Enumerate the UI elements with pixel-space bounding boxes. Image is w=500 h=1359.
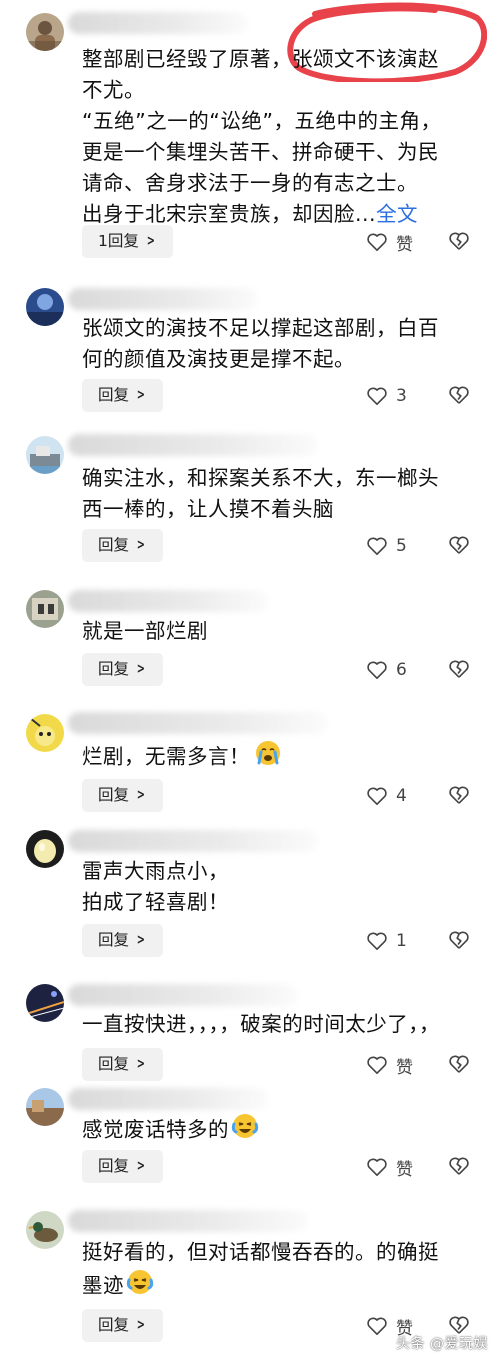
heart-outline-icon bbox=[366, 1157, 388, 1177]
avatar[interactable] bbox=[26, 13, 64, 51]
comment-text: 感觉废话特多的 bbox=[82, 1112, 482, 1149]
reply-button[interactable]: 回复 > bbox=[82, 653, 163, 686]
dislike-button[interactable] bbox=[448, 930, 470, 952]
reply-button[interactable]: 回复 > bbox=[82, 1048, 163, 1081]
broken-heart-icon bbox=[448, 1315, 470, 1335]
reply-button[interactable]: 回复 > bbox=[82, 779, 163, 812]
like-button[interactable]: 4 bbox=[366, 783, 407, 809]
laughing-tears-emoji-icon bbox=[126, 1268, 154, 1305]
avatar[interactable] bbox=[26, 1088, 64, 1126]
avatar[interactable] bbox=[26, 590, 64, 628]
reply-button[interactable]: 回复 > bbox=[82, 379, 163, 412]
like-count: 6 bbox=[396, 660, 407, 680]
avatar[interactable] bbox=[26, 436, 64, 474]
reply-button[interactable]: 1回复 > bbox=[82, 225, 173, 258]
full-text-link[interactable]: 全文 bbox=[376, 202, 418, 226]
heart-outline-icon bbox=[366, 931, 388, 951]
laughing-tears-emoji-icon bbox=[231, 1112, 259, 1149]
broken-heart-icon bbox=[448, 231, 470, 251]
heart-outline-icon bbox=[366, 232, 388, 252]
comment-text: 烂剧，无需多言！ bbox=[82, 739, 482, 776]
comment-text: 一直按快进，，，，破案的时间太少了，， bbox=[82, 1012, 440, 1036]
like-count: 赞 bbox=[396, 1057, 413, 1078]
username-blurred bbox=[68, 434, 318, 456]
avatar[interactable] bbox=[26, 1211, 64, 1249]
username-blurred bbox=[68, 12, 248, 34]
chevron-right-icon: > bbox=[136, 787, 145, 803]
chevron-right-icon: > bbox=[136, 1317, 145, 1333]
chevron-right-icon: > bbox=[136, 1158, 145, 1174]
dislike-button[interactable] bbox=[448, 231, 470, 253]
avatar[interactable] bbox=[26, 714, 64, 752]
username-blurred bbox=[68, 830, 318, 852]
username-blurred bbox=[68, 712, 328, 734]
comment-text: 确实注水，和探案关系不大，东一榔头 西一棒的，让人摸不着头脑 bbox=[82, 466, 439, 521]
broken-heart-icon bbox=[448, 535, 470, 555]
chevron-right-icon: > bbox=[136, 1056, 145, 1072]
heart-outline-icon bbox=[366, 1316, 388, 1336]
username-blurred bbox=[68, 984, 298, 1006]
username-blurred bbox=[68, 1088, 268, 1110]
dislike-button[interactable] bbox=[448, 659, 470, 681]
comment-1: 整部剧已经毁了原著，张颂文不该演赵 不尤。 “五绝”之一的“讼绝”，五绝中的主角… bbox=[0, 0, 500, 280]
crying-emoji-icon bbox=[254, 739, 282, 776]
chevron-right-icon: > bbox=[136, 537, 145, 553]
dislike-button[interactable] bbox=[448, 1054, 470, 1076]
like-button[interactable]: 赞 bbox=[366, 1154, 413, 1180]
chevron-right-icon: > bbox=[136, 661, 145, 677]
heart-outline-icon bbox=[366, 1055, 388, 1075]
broken-heart-icon bbox=[448, 1054, 470, 1074]
chevron-right-icon: > bbox=[136, 932, 145, 948]
comment-text: 挺好看的，但对话都慢吞吞的。的确挺 墨迹 bbox=[82, 1237, 482, 1305]
like-button[interactable]: 赞 bbox=[366, 1052, 413, 1078]
like-count: 5 bbox=[396, 536, 407, 556]
heart-outline-icon bbox=[366, 386, 388, 406]
like-button[interactable]: 赞 bbox=[366, 229, 413, 255]
dislike-button[interactable] bbox=[448, 785, 470, 807]
broken-heart-icon bbox=[448, 385, 470, 405]
comment-text: 就是一部烂剧 bbox=[82, 619, 208, 643]
reply-button[interactable]: 回复 > bbox=[82, 924, 163, 957]
username-blurred bbox=[68, 1210, 308, 1232]
like-count: 4 bbox=[396, 786, 407, 806]
username-blurred bbox=[68, 590, 268, 612]
like-button[interactable]: 1 bbox=[366, 928, 407, 954]
comment-text: 张颂文的演技不足以撑起这部剧，白百 何的颜值及演技更是撑不起。 bbox=[82, 316, 439, 371]
dislike-button[interactable] bbox=[448, 535, 470, 557]
like-button[interactable]: 3 bbox=[366, 383, 407, 409]
broken-heart-icon bbox=[448, 659, 470, 679]
dislike-button[interactable] bbox=[448, 385, 470, 407]
heart-outline-icon bbox=[366, 536, 388, 556]
username-blurred bbox=[68, 288, 258, 310]
like-count: 赞 bbox=[396, 1159, 413, 1180]
broken-heart-icon bbox=[448, 1156, 470, 1176]
reply-button[interactable]: 回复 > bbox=[82, 1150, 163, 1183]
reply-button[interactable]: 回复 > bbox=[82, 1309, 163, 1342]
chevron-right-icon: > bbox=[146, 233, 155, 249]
like-count: 1 bbox=[396, 931, 407, 951]
avatar[interactable] bbox=[26, 830, 64, 868]
broken-heart-icon bbox=[448, 785, 470, 805]
chevron-right-icon: > bbox=[136, 387, 145, 403]
avatar[interactable] bbox=[26, 288, 64, 326]
comment-text: 雷声大雨点小， 拍成了轻喜剧！ bbox=[82, 859, 229, 914]
comment-text: 整部剧已经毁了原著，张颂文不该演赵 不尤。 “五绝”之一的“讼绝”，五绝中的主角… bbox=[82, 47, 442, 226]
watermark: 头条 @爱玩娱 bbox=[396, 1336, 488, 1352]
heart-outline-icon bbox=[366, 660, 388, 680]
like-count: 3 bbox=[396, 386, 407, 406]
like-button[interactable]: 6 bbox=[366, 657, 407, 683]
like-count: 赞 bbox=[396, 234, 413, 255]
like-button[interactable]: 5 bbox=[366, 533, 407, 559]
reply-button[interactable]: 回复 > bbox=[82, 529, 163, 562]
avatar[interactable] bbox=[26, 984, 64, 1022]
heart-outline-icon bbox=[366, 786, 388, 806]
broken-heart-icon bbox=[448, 930, 470, 950]
dislike-button[interactable] bbox=[448, 1156, 470, 1178]
